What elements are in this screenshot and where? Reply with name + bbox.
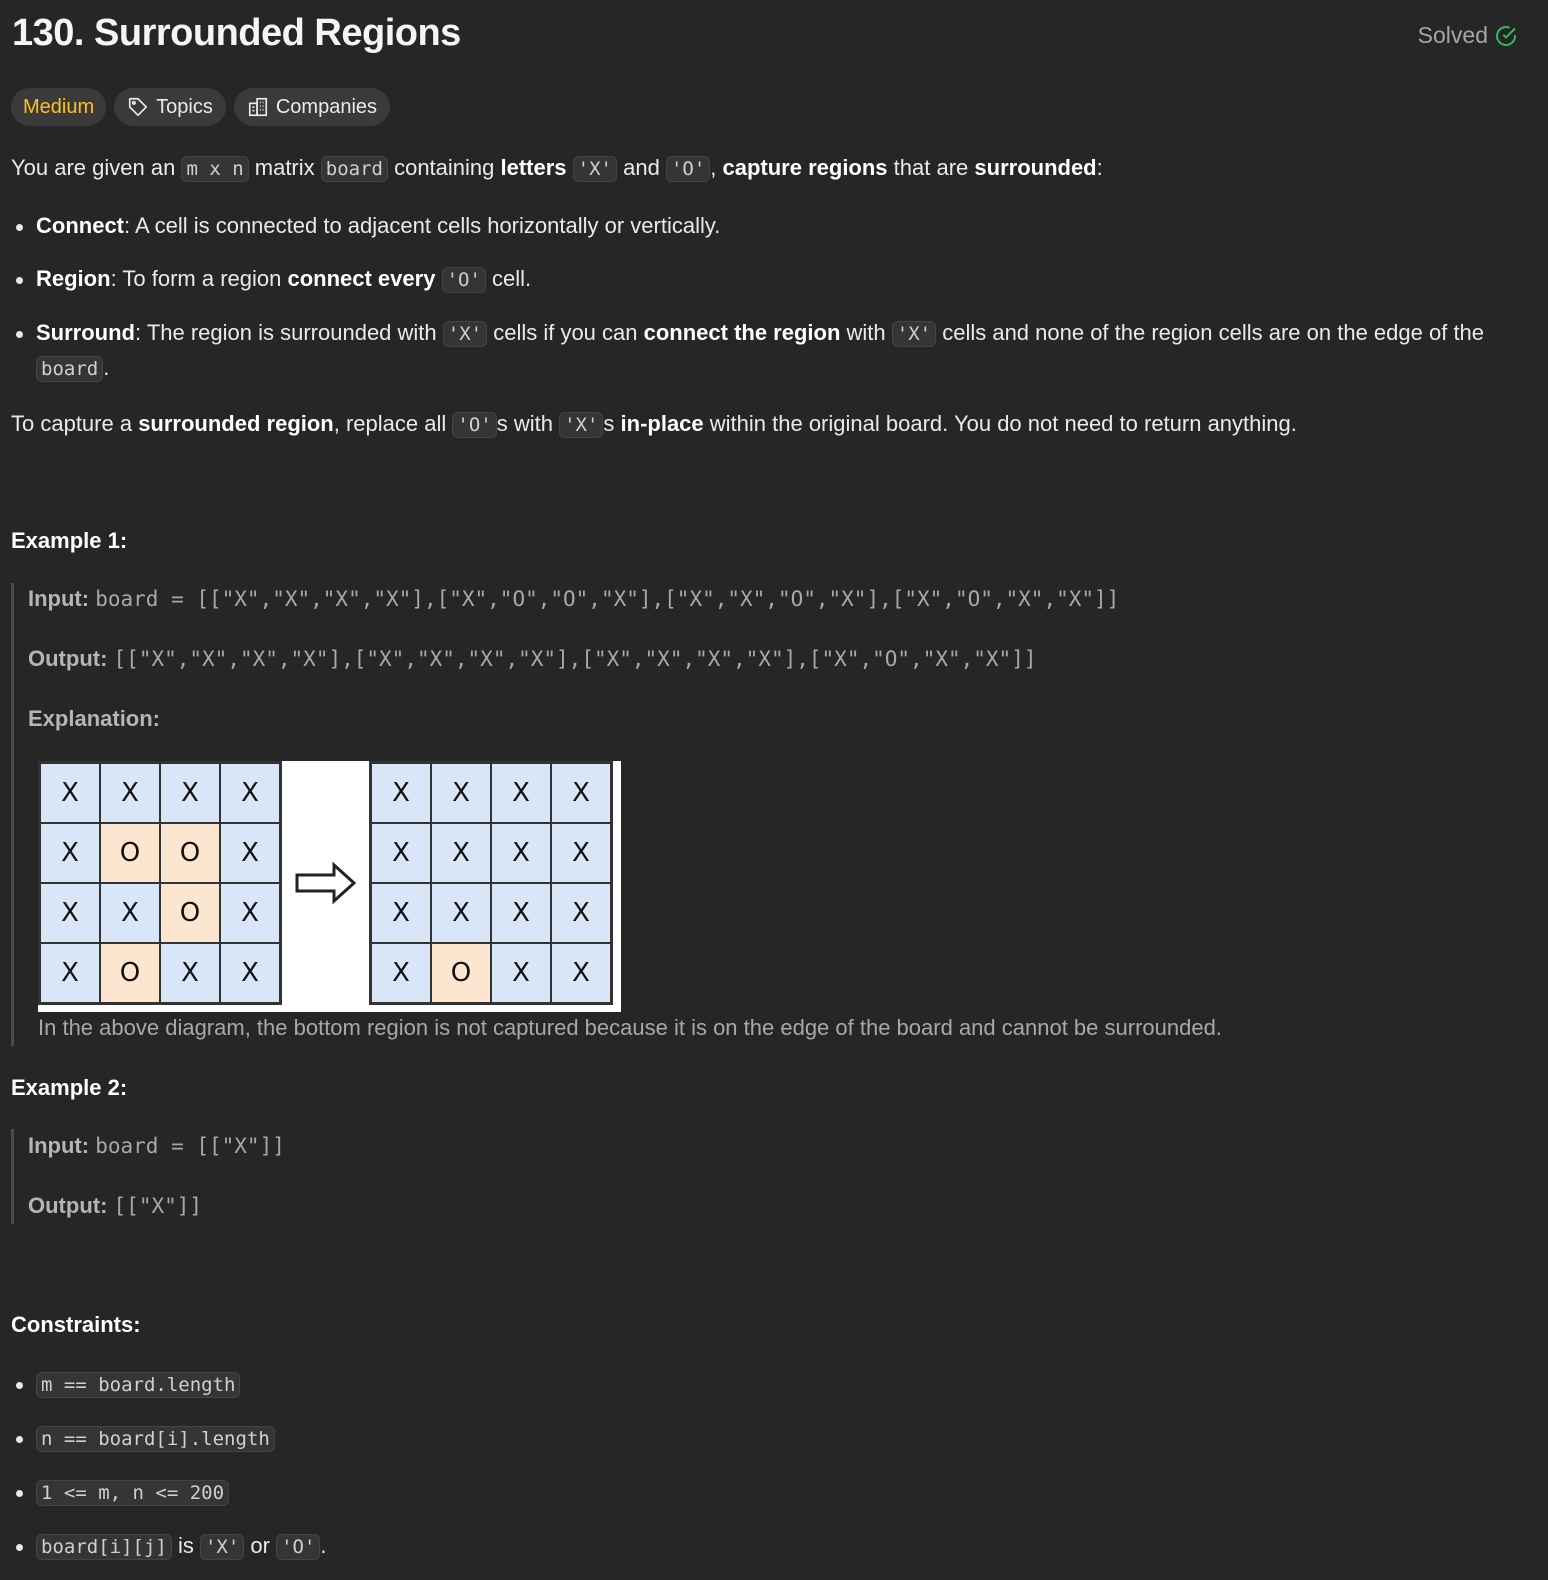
example-2-input: Input: board = [["X"]]	[28, 1133, 285, 1158]
constraint-item: board[i][j] is 'X' or 'O'.	[11, 1529, 1511, 1564]
board-cell: X	[371, 823, 431, 883]
board-cell: X	[160, 763, 220, 823]
inline-code: 'O'	[441, 267, 486, 293]
constraint-item: m == board.length	[11, 1367, 1511, 1402]
board-cell: X	[40, 883, 100, 943]
inline-code: m x n	[181, 156, 249, 182]
board-cell: O	[100, 943, 160, 1003]
board-cell: X	[100, 763, 160, 823]
board-cell: X	[491, 943, 551, 1003]
constraint-item: n == board[i].length	[11, 1421, 1511, 1456]
board-cell: X	[40, 943, 100, 1003]
inline-code: n == board[i].length	[36, 1426, 275, 1452]
board-cell: X	[160, 943, 220, 1003]
example-2-output: Output: [["X"]]	[28, 1193, 203, 1218]
board-cell: X	[371, 943, 431, 1003]
board-cell: X	[551, 883, 611, 943]
example-1-caption: In the above diagram, the bottom region …	[38, 1015, 1222, 1040]
board-cell: X	[371, 763, 431, 823]
board-cell: X	[220, 823, 280, 883]
inline-code: 'O'	[452, 412, 497, 438]
board-before: XXXXXOOXXXOXXOXX	[38, 761, 282, 1005]
board-cell: O	[100, 823, 160, 883]
topics-label: Topics	[156, 95, 213, 118]
constraint-item: 1 <= m, n <= 200	[11, 1475, 1511, 1510]
solved-status: Solved	[1418, 22, 1518, 49]
companies-label: Companies	[275, 95, 378, 118]
tag-icon	[129, 97, 148, 117]
board-cell: X	[431, 763, 491, 823]
intro-paragraph: You are given an m x n matrix board cont…	[11, 155, 1103, 182]
building-icon	[248, 97, 267, 117]
board-cell: X	[220, 943, 280, 1003]
inline-code: 'X'	[442, 321, 488, 347]
board-cell: X	[40, 763, 100, 823]
problem-title: 130. Surrounded Regions	[12, 12, 461, 54]
board-cell: X	[100, 883, 160, 943]
board-cell: O	[160, 823, 220, 883]
board-cell: X	[371, 883, 431, 943]
list-item: Surround: The region is surrounded with …	[11, 316, 1511, 386]
inline-code: 'X'	[891, 321, 937, 347]
board-cell: X	[40, 823, 100, 883]
capture-paragraph: To capture a surrounded region, replace …	[11, 411, 1297, 438]
inline-code: 'X'	[572, 156, 617, 182]
inline-code: 'O'	[665, 156, 711, 182]
board-cell: X	[491, 823, 551, 883]
board-cell: O	[160, 883, 220, 943]
inline-code: board	[36, 356, 104, 382]
example-1-input: Input: board = [["X","X","X","X"],["X","…	[28, 586, 1120, 611]
board-cell: X	[220, 883, 280, 943]
board-cell: X	[491, 883, 551, 943]
inline-code: 1 <= m, n <= 200	[36, 1480, 230, 1506]
constraints-list: m == board.length n == board[i].length 1…	[11, 1367, 1511, 1564]
board-cell: X	[431, 823, 491, 883]
example-1-heading: Example 1:	[11, 528, 128, 553]
list-item: Region: To form a region connect every '…	[11, 262, 1511, 297]
board-after: XXXXXXXXXXXXXOXX	[369, 761, 613, 1005]
solved-label: Solved	[1417, 22, 1488, 48]
example-1-output: Output: [["X","X","X","X"],["X","X","X",…	[28, 646, 1037, 671]
board-cell: O	[431, 943, 491, 1003]
board-cell: X	[551, 763, 611, 823]
inline-code: m == board.length	[36, 1372, 241, 1398]
board-cell: X	[220, 763, 280, 823]
example-2-heading: Example 2:	[11, 1075, 128, 1100]
topics-button[interactable]: Topics	[114, 88, 226, 126]
tag-bar: Medium Topics Companies	[11, 88, 391, 126]
difficulty-badge[interactable]: Medium	[11, 88, 107, 126]
right-arrow-icon	[295, 861, 357, 905]
board-cell: X	[551, 943, 611, 1003]
inline-code: 'O'	[276, 1534, 321, 1560]
definition-list: Connect: A cell is connected to adjacent…	[11, 209, 1511, 386]
inline-code: board	[320, 156, 388, 182]
example-1-diagram: XXXXXOOXXXOXXOXX XXXXXXXXXXXXXOXX	[38, 761, 621, 1012]
inline-code: board[i][j]	[36, 1534, 172, 1560]
inline-code: 'X'	[559, 412, 604, 438]
board-cell: X	[431, 883, 491, 943]
example-1-explanation: Explanation:	[28, 706, 161, 731]
check-circle-icon	[1496, 25, 1516, 46]
inline-code: 'X'	[199, 1534, 245, 1560]
constraints-heading: Constraints:	[11, 1312, 141, 1337]
board-cell: X	[491, 763, 551, 823]
board-cell: X	[551, 823, 611, 883]
list-item: Connect: A cell is connected to adjacent…	[11, 209, 1511, 243]
companies-button[interactable]: Companies	[233, 88, 391, 126]
